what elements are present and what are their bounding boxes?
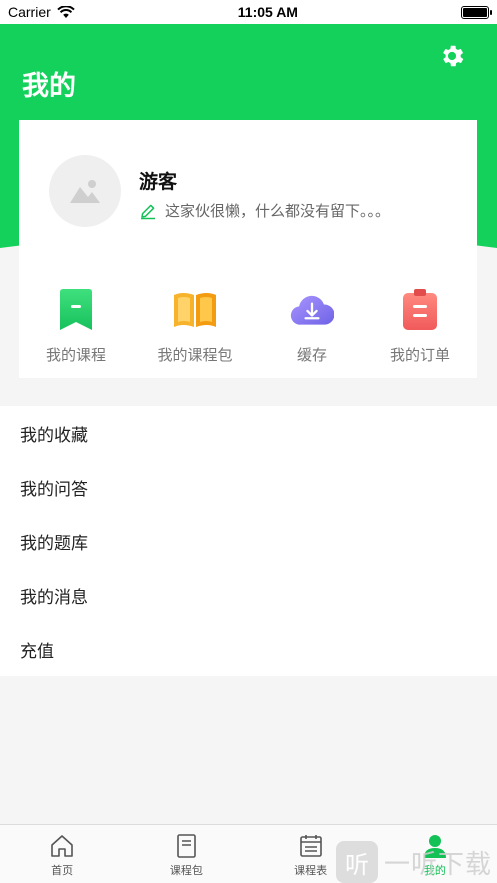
quick-label: 我的订单 <box>389 346 450 364</box>
watermark: 听 一听下载 <box>336 840 497 883</box>
signature-row[interactable]: 这家伙很懒，什么都没有留下。。。 <box>139 200 390 221</box>
profile-card: 游客 这家伙很懒，什么都没有留下。。。 我的课程 我的课程包 缓存 我的订单 <box>19 120 477 378</box>
bookmark-icon <box>54 288 98 332</box>
tab-label: 课程表 <box>294 864 328 877</box>
status-time: 11:05 AM <box>237 4 298 20</box>
menu-item-messages[interactable]: 我的消息 <box>0 568 497 622</box>
quick-label: 缓存 <box>296 346 327 364</box>
home-icon <box>51 835 73 857</box>
page-title: 我的 <box>22 71 76 102</box>
menu-item-favorites[interactable]: 我的收藏 <box>0 406 497 460</box>
status-bar: Carrier 11:05 AM <box>0 0 497 24</box>
status-left: Carrier <box>8 4 75 20</box>
quick-label: 我的课程包 <box>157 346 233 364</box>
menu-item-qa[interactable]: 我的问答 <box>0 460 497 514</box>
quick-my-courses[interactable]: 我的课程 <box>21 288 131 365</box>
watermark-logo: 听 <box>336 841 378 883</box>
battery-icon <box>461 5 492 19</box>
book-icon <box>177 834 197 858</box>
username[interactable]: 游客 <box>139 167 177 194</box>
quick-cache[interactable]: 缓存 <box>257 288 367 365</box>
open-book-icon <box>173 288 217 332</box>
tab-course-packs[interactable]: 课程包 <box>124 825 248 883</box>
tab-home[interactable]: 首页 <box>0 825 124 883</box>
wifi-icon <box>57 5 75 18</box>
quick-label: 我的课程 <box>45 346 106 364</box>
menu-item-recharge[interactable]: 充值 <box>0 622 497 676</box>
clipboard-icon <box>398 288 442 332</box>
menu-item-question-bank[interactable]: 我的题库 <box>0 514 497 568</box>
tab-label: 课程包 <box>169 864 203 877</box>
pencil-icon <box>141 204 155 219</box>
cloud-download-icon <box>290 288 334 332</box>
quick-my-orders[interactable]: 我的订单 <box>365 288 475 365</box>
calendar-icon <box>299 835 322 857</box>
avatar[interactable] <box>49 155 121 227</box>
quick-my-course-packs[interactable]: 我的课程包 <box>140 288 250 365</box>
signature-text: 这家伙很懒，什么都没有留下。。。 <box>165 202 391 220</box>
image-placeholder-icon <box>70 180 100 203</box>
tab-label: 首页 <box>51 864 74 877</box>
menu-list: 我的收藏 我的问答 我的题库 我的消息 充值 <box>0 406 497 676</box>
carrier-label: Carrier <box>8 4 51 20</box>
gear-icon[interactable] <box>438 42 466 70</box>
watermark-text: 一听下载 <box>384 849 493 880</box>
